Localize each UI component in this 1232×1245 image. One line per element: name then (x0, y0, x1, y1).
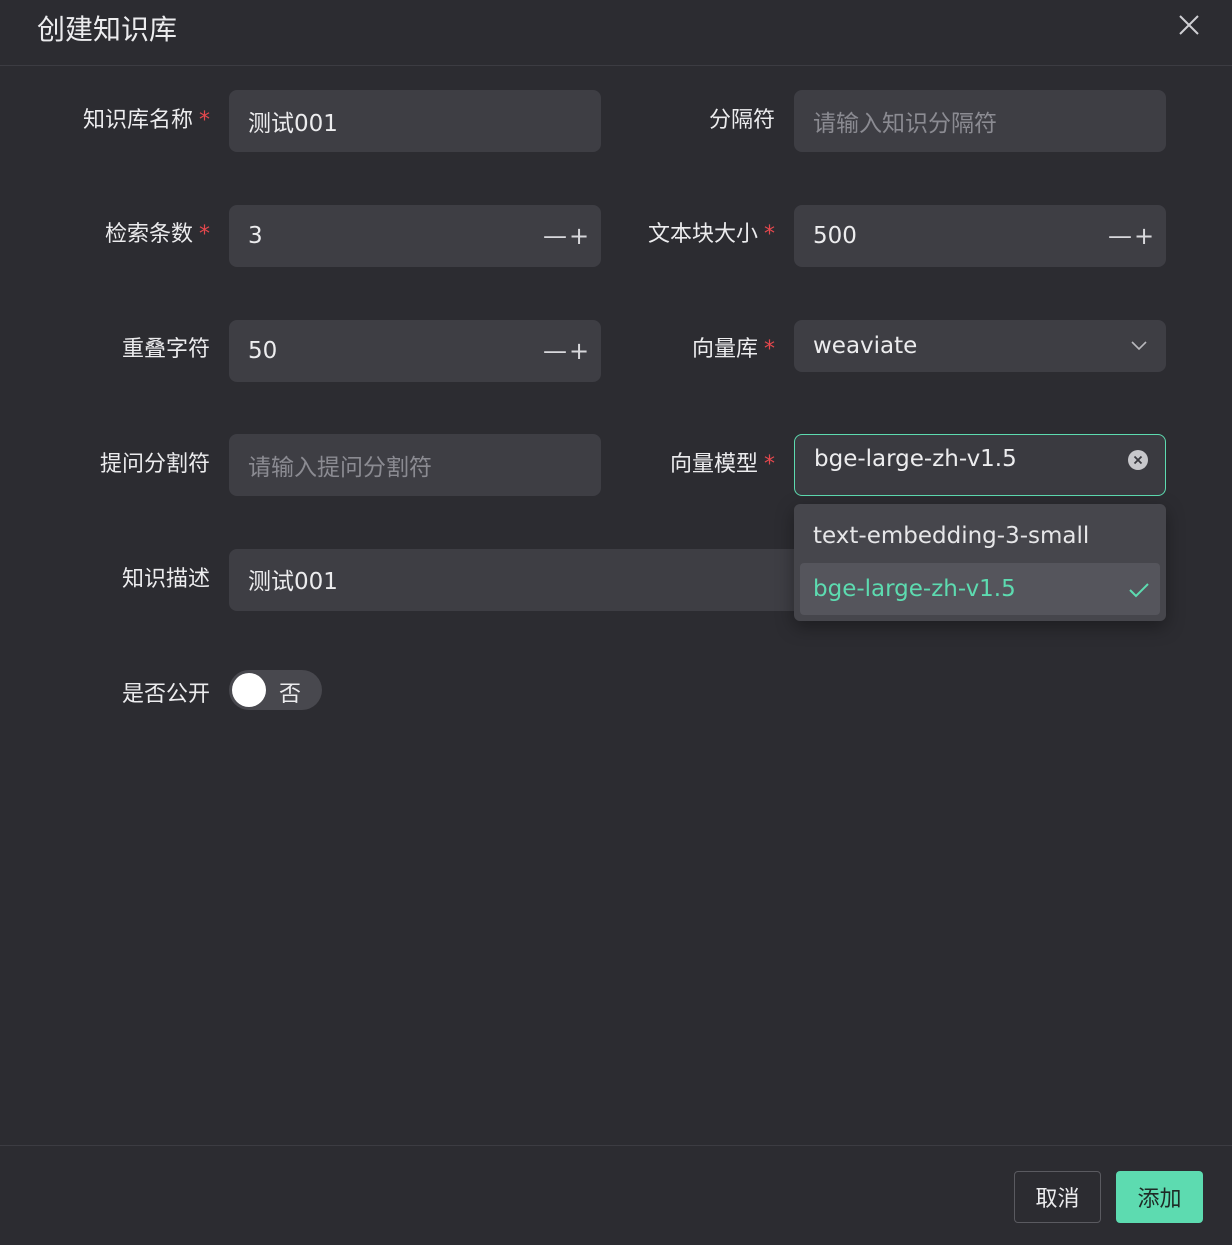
toggle-knob (232, 673, 266, 707)
increment-button[interactable]: + (569, 337, 589, 365)
question-sep-label-text: 提问分割符 (99, 452, 210, 477)
separator-input[interactable]: 请输入知识分隔符 (794, 90, 1166, 152)
toggle-state-text: 否 (279, 682, 302, 707)
public-label: 是否公开 (122, 676, 210, 708)
kb-name-value: 测试001 (248, 111, 338, 137)
add-button[interactable]: 添加 (1116, 1171, 1203, 1223)
chunk-size-label: 文本块大小 * (648, 216, 775, 248)
retrieve-count-value: 3 (248, 223, 263, 249)
required-mark: * (199, 108, 210, 133)
separator-label-text: 分隔符 (708, 108, 775, 133)
vector-model-label: 向量模型 * (670, 446, 775, 478)
required-mark: * (764, 222, 775, 247)
decrement-button[interactable]: — (543, 337, 567, 365)
question-sep-placeholder: 请输入提问分割符 (248, 455, 432, 481)
overlap-value: 50 (248, 338, 278, 364)
kb-name-input[interactable]: 测试001 (229, 90, 601, 152)
increment-button[interactable]: + (1134, 222, 1154, 250)
kb-name-label-text: 知识库名称 (82, 108, 193, 133)
decrement-button[interactable]: — (543, 222, 567, 250)
description-value: 测试001 (248, 569, 338, 595)
overlap-stepper: — + (543, 320, 589, 382)
overlap-label: 重叠字符 (122, 331, 210, 363)
required-mark: * (199, 222, 210, 247)
vector-model-dropdown: text-embedding-3-small bge-large-zh-v1.5 (794, 504, 1166, 621)
question-sep-label: 提问分割符 (100, 446, 210, 478)
dropdown-option-selected[interactable]: bge-large-zh-v1.5 (800, 563, 1160, 615)
separator-placeholder: 请输入知识分隔符 (813, 111, 997, 137)
retrieve-count-stepper: — + (543, 205, 589, 267)
vector-db-value: weaviate (813, 333, 918, 359)
chunk-size-value: 500 (813, 223, 857, 249)
dialog-header: 创建知识库 (0, 0, 1232, 66)
chevron-down-icon (1131, 341, 1147, 351)
retrieve-count-label: 检索条数 * (105, 216, 210, 248)
chunk-size-input[interactable]: 500 — + (794, 205, 1166, 267)
description-label: 知识描述 (122, 561, 210, 593)
vector-model-label-text: 向量模型 (669, 452, 758, 477)
vector-model-select[interactable]: bge-large-zh-v1.5 (794, 434, 1166, 496)
clear-icon[interactable] (1128, 450, 1148, 470)
vector-model-value: bge-large-zh-v1.5 (814, 446, 1017, 472)
dialog-title: 创建知识库 (37, 13, 178, 46)
cancel-button[interactable]: 取消 (1014, 1171, 1101, 1223)
retrieve-count-input[interactable]: 3 — + (229, 205, 601, 267)
required-mark: * (764, 452, 775, 477)
required-mark: * (764, 337, 775, 362)
vector-db-label: 向量库 * (692, 331, 775, 363)
retrieve-count-label-text: 检索条数 (104, 222, 193, 247)
dropdown-option[interactable]: text-embedding-3-small (800, 510, 1160, 562)
option-label: bge-large-zh-v1.5 (813, 576, 1016, 602)
kb-name-label: 知识库名称 * (83, 102, 210, 134)
overlap-label-text: 重叠字符 (121, 337, 210, 362)
decrement-button[interactable]: — (1108, 222, 1132, 250)
vector-db-select[interactable]: weaviate (794, 320, 1166, 372)
vector-db-label-text: 向量库 (691, 337, 758, 362)
check-icon (1129, 583, 1149, 598)
close-icon[interactable] (1176, 12, 1202, 38)
overlap-input[interactable]: 50 — + (229, 320, 601, 382)
increment-button[interactable]: + (569, 222, 589, 250)
chunk-size-label-text: 文本块大小 (647, 222, 758, 247)
option-label: text-embedding-3-small (813, 523, 1090, 549)
chunk-size-stepper: — + (1108, 205, 1154, 267)
public-label-text: 是否公开 (121, 682, 210, 707)
public-toggle[interactable]: 否 (229, 670, 322, 710)
description-label-text: 知识描述 (121, 567, 210, 592)
question-sep-input[interactable]: 请输入提问分割符 (229, 434, 601, 496)
separator-label: 分隔符 (709, 102, 775, 134)
